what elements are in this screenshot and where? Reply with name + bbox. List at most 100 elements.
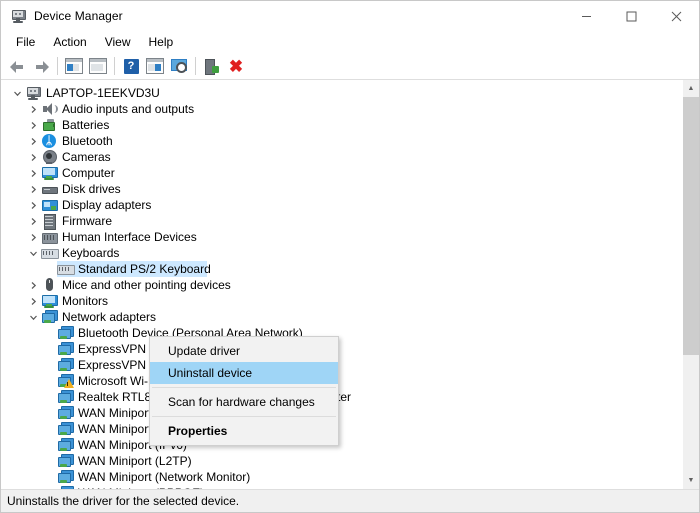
- tree-item-label: Firmware: [62, 214, 112, 228]
- network-adapter-icon: [57, 421, 74, 437]
- toolbar-separator-2: [114, 57, 115, 75]
- show-hide-console-tree-icon[interactable]: [62, 55, 86, 77]
- device-tree[interactable]: LAPTOP-1EEKVD3U Audio inputs and outputs B…: [1, 80, 682, 489]
- context-menu-separator-1: [152, 387, 336, 388]
- tree-item-label: Batteries: [62, 118, 110, 132]
- tree-item[interactable]: Computer: [1, 165, 682, 181]
- computer-icon: [25, 85, 41, 101]
- tree-item-label: Cameras: [62, 150, 111, 164]
- tree-item[interactable]: Monitors: [1, 293, 682, 309]
- tree-item-label: Standard PS/2 Keyboard: [78, 262, 211, 276]
- menu-file[interactable]: File: [7, 32, 44, 52]
- tree-item[interactable]: Audio inputs and outputs: [1, 101, 682, 117]
- chevron-right-icon[interactable]: [25, 133, 41, 149]
- tree-item[interactable]: Cameras: [1, 149, 682, 165]
- tree-item[interactable]: WAN Miniport (IPv6): [1, 437, 682, 453]
- show-hide-action-pane-icon[interactable]: [143, 55, 167, 77]
- chevron-right-icon[interactable]: [25, 117, 41, 133]
- chevron-right-icon[interactable]: [25, 197, 41, 213]
- chevron-right-icon[interactable]: [25, 293, 41, 309]
- menu-bar: File Action View Help: [1, 31, 699, 53]
- status-bar: Uninstalls the driver for the selected d…: [1, 489, 699, 512]
- tree-item[interactable]: ExpressVPN TAP Adapter: [1, 341, 682, 357]
- tree-item[interactable]: Realtek RTL8852AE WiFi 6 802.11ax PCIe A…: [1, 389, 682, 405]
- close-button[interactable]: [654, 1, 699, 31]
- tree-item-label: Disk drives: [62, 182, 121, 196]
- chevron-right-icon[interactable]: [25, 165, 41, 181]
- maximize-button[interactable]: [609, 1, 654, 31]
- tree-item[interactable]: WAN Miniport (L2TP): [1, 453, 682, 469]
- context-menu-item-uninstall-device[interactable]: Uninstall device: [150, 362, 338, 384]
- network-adapter-icon: [57, 405, 74, 421]
- tree-item[interactable]: Display adapters: [1, 197, 682, 213]
- network-adapter-icon: [57, 469, 74, 485]
- tree-item[interactable]: Human Interface Devices: [1, 229, 682, 245]
- network-adapter-icon: [57, 373, 74, 389]
- forward-arrow-icon[interactable]: [29, 55, 53, 77]
- context-menu-item-update-driver[interactable]: Update driver: [150, 340, 338, 362]
- tree-item[interactable]: Microsoft Wi-Fi Direct Virtual Adapter #…: [1, 373, 682, 389]
- mouse-icon: [41, 277, 57, 293]
- tree-item[interactable]: Bluetooth Device (Personal Area Network): [1, 325, 682, 341]
- update-driver-icon[interactable]: [200, 55, 224, 77]
- context-menu: Update driver Uninstall device Scan for …: [149, 336, 339, 446]
- tree-item[interactable]: WAN Miniport (IP): [1, 421, 682, 437]
- chevron-right-icon[interactable]: [25, 149, 41, 165]
- properties-window-icon[interactable]: [86, 55, 110, 77]
- menu-view[interactable]: View: [96, 32, 140, 52]
- tree-item[interactable]: ᛦ Bluetooth: [1, 133, 682, 149]
- keyboard-icon: [41, 245, 59, 261]
- window-title: Device Manager: [34, 9, 123, 23]
- chevron-right-icon[interactable]: [25, 181, 41, 197]
- chevron-down-icon[interactable]: [25, 245, 41, 261]
- scrollbar-thumb[interactable]: [683, 97, 699, 355]
- tree-item-label: Computer: [62, 166, 115, 180]
- chevron-right-icon[interactable]: [25, 229, 41, 245]
- chevron-right-icon[interactable]: [25, 101, 41, 117]
- context-menu-item-properties[interactable]: Properties: [150, 420, 338, 442]
- tree-item[interactable]: WAN Miniport (Network Monitor): [1, 469, 682, 485]
- tree-item-selected[interactable]: Standard PS/2 Keyboard: [1, 261, 682, 277]
- network-adapter-icon: [57, 389, 74, 405]
- scan-for-hardware-changes-icon[interactable]: [167, 55, 191, 77]
- scrollbar-up-arrow[interactable]: ▲: [683, 80, 699, 97]
- chevron-down-icon[interactable]: [25, 309, 41, 325]
- vertical-scrollbar[interactable]: ▲ ▼: [682, 80, 699, 489]
- tree-item[interactable]: Batteries: [1, 117, 682, 133]
- firmware-icon: [41, 213, 57, 230]
- tree-item[interactable]: Disk drives: [1, 181, 682, 197]
- tree-spacer[interactable]: [9, 85, 25, 101]
- menu-help[interactable]: Help: [140, 32, 183, 52]
- help-icon[interactable]: ?: [119, 55, 143, 77]
- tree-item[interactable]: Network adapters: [1, 309, 682, 325]
- tree-item-label: Display adapters: [62, 198, 152, 212]
- tree-item[interactable]: Keyboards: [1, 245, 682, 261]
- speaker-icon: [41, 101, 58, 117]
- monitor-icon: [41, 293, 58, 309]
- tree-item[interactable]: WAN Miniport (IKEv2): [1, 405, 682, 421]
- chevron-right-icon[interactable]: [25, 213, 41, 229]
- back-arrow-icon[interactable]: [5, 55, 29, 77]
- context-menu-item-scan-for-hardware-changes[interactable]: Scan for hardware changes: [150, 391, 338, 413]
- tree-item-label: Audio inputs and outputs: [62, 102, 195, 116]
- monitor-icon: [41, 165, 58, 181]
- minimize-button[interactable]: [564, 1, 609, 31]
- network-adapter-icon: [57, 325, 74, 341]
- menu-action[interactable]: Action: [44, 32, 95, 52]
- tree-item[interactable]: Firmware: [1, 213, 682, 230]
- battery-icon: [41, 117, 57, 133]
- tree-item[interactable]: Mice and other pointing devices: [1, 277, 682, 293]
- uninstall-device-icon[interactable]: ✖: [224, 55, 248, 77]
- tree-item[interactable]: WAN Miniport (PPPOE): [1, 485, 682, 489]
- scrollbar-down-arrow[interactable]: ▼: [683, 472, 699, 489]
- chevron-right-icon[interactable]: [25, 277, 41, 293]
- title-bar: Device Manager: [1, 1, 699, 31]
- tree-item[interactable]: ExpressVPN Wintun Driver: [1, 357, 682, 373]
- tree-item[interactable]: LAPTOP-1EEKVD3U: [1, 85, 682, 101]
